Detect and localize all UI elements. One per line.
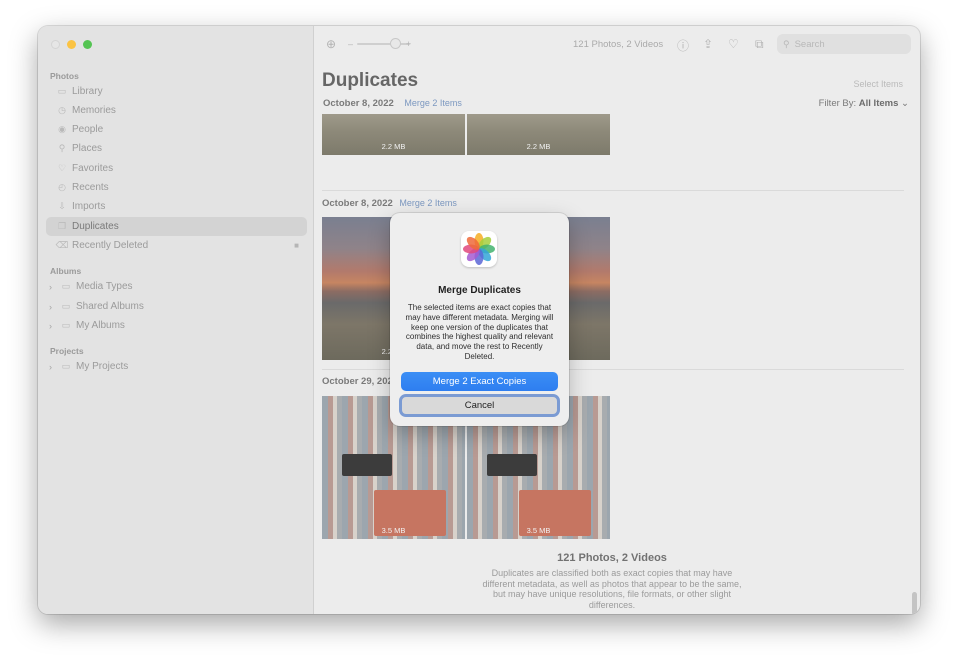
sidebar-item-label: Favorites xyxy=(72,163,114,174)
sidebar-item-label: Recents xyxy=(72,182,109,193)
zoom-in-icon[interactable]: + xyxy=(406,39,411,49)
cancel-button[interactable]: Cancel xyxy=(399,394,560,417)
sidebar-item-duplicates[interactable]: ❐ Duplicates xyxy=(46,217,307,236)
dialog-title: Merge Duplicates xyxy=(438,285,521,296)
sidebar-item-favorites[interactable]: ♡ Favorites xyxy=(46,159,307,178)
photo-thumbnail[interactable]: 2.2 MB xyxy=(467,114,610,155)
zoom-slider-knob[interactable] xyxy=(390,38,401,49)
clock-icon: ◴ xyxy=(58,182,66,192)
chevron-right-icon[interactable]: › xyxy=(49,362,52,372)
memories-icon: ◷ xyxy=(58,105,66,115)
sidebar-item-my-albums[interactable]: › ▭ My Albums xyxy=(46,316,307,335)
merge-exact-copies-button[interactable]: Merge 2 Exact Copies xyxy=(401,372,558,391)
sidebar-item-label: Places xyxy=(72,143,103,154)
sidebar-section-albums: Albums xyxy=(50,266,82,276)
sidebar-item-recents[interactable]: ◴ Recents xyxy=(46,178,307,197)
sidebar-item-label: Library xyxy=(72,86,103,97)
zoom-window-button[interactable] xyxy=(83,40,92,49)
filter-label: Filter By: xyxy=(818,98,857,109)
rotate-icon[interactable]: ⊕ xyxy=(326,37,336,51)
sidebar-item-imports[interactable]: ⇩ Imports xyxy=(46,197,307,216)
sidebar-item-shared-albums[interactable]: › ▭ Shared Albums xyxy=(46,297,307,316)
chevron-right-icon[interactable]: › xyxy=(49,302,52,312)
share-icon[interactable]: ⇪ xyxy=(703,37,713,51)
sidebar-item-places[interactable]: ⚲ Places xyxy=(46,139,307,158)
merge-duplicates-dialog: Merge Duplicates The selected items are … xyxy=(390,213,569,426)
search-placeholder: Search xyxy=(794,38,825,50)
filter-value: All Items xyxy=(858,98,899,109)
toolbar: ⊕ – + 121 Photos, 2 Videos ⓘ ⇪ ♡ ⧉ ⚲ Sea… xyxy=(314,26,920,62)
sidebar-section-photos: Photos xyxy=(50,71,79,81)
people-icon: ◉ xyxy=(58,124,66,134)
heart-icon[interactable]: ♡ xyxy=(728,37,739,51)
group-date: October 8, 2022 xyxy=(323,98,394,109)
add-to-album-icon[interactable]: ⧉ xyxy=(755,37,764,52)
page-title: Duplicates xyxy=(322,70,419,91)
merge-items-link[interactable]: Merge 2 Items xyxy=(399,198,457,208)
sidebar-item-label: Imports xyxy=(72,201,106,212)
group-header: October 8, 2022 Merge 2 Items xyxy=(322,198,457,209)
sidebar: Photos ▭ Library ◷ Memories ◉ People ⚲ P… xyxy=(38,26,314,614)
group-date: October 8, 2022 xyxy=(322,198,393,209)
sidebar-item-label: Shared Albums xyxy=(76,301,144,312)
filter-menu[interactable]: Filter By: All Items ⌄ xyxy=(819,98,909,109)
lock-icon: ■ xyxy=(294,241,299,250)
sidebar-item-label: Recently Deleted xyxy=(72,240,149,251)
window-controls xyxy=(51,40,92,49)
sidebar-item-media-types[interactable]: › ▭ Media Types xyxy=(46,277,307,296)
search-icon: ⚲ xyxy=(783,38,790,49)
zoom-out-icon[interactable]: – xyxy=(348,39,353,49)
imports-icon: ⇩ xyxy=(58,201,66,211)
photos-app-icon xyxy=(461,231,497,267)
file-size-label: 2.2 MB xyxy=(526,142,551,151)
dialog-message: The selected items are exact copies that… xyxy=(405,303,554,361)
sidebar-item-memories[interactable]: ◷ Memories xyxy=(46,101,307,120)
info-icon[interactable]: ⓘ xyxy=(677,37,689,54)
folder-icon: ▭ xyxy=(61,281,71,291)
search-field[interactable]: ⚲ Search xyxy=(777,34,911,54)
file-size-label: 2.2 MB xyxy=(381,142,406,151)
duplicates-icon: ❐ xyxy=(57,221,67,231)
divider xyxy=(322,190,904,191)
file-size-label: 3.5 MB xyxy=(381,526,406,535)
minimize-window-button[interactable] xyxy=(67,40,76,49)
trash-icon: ⌫ xyxy=(55,240,69,250)
toolbar-item-count: 121 Photos, 2 Videos xyxy=(573,39,664,50)
photo-thumbnail[interactable]: 2.2 MB xyxy=(322,114,465,155)
folder-icon: ▭ xyxy=(61,320,71,330)
chevron-right-icon[interactable]: › xyxy=(49,282,52,292)
library-summary-title: 121 Photos, 2 Videos xyxy=(557,552,667,564)
sidebar-item-label: People xyxy=(72,124,104,135)
sidebar-section-projects: Projects xyxy=(50,346,84,356)
library-icon: ▭ xyxy=(57,86,67,96)
zoom-slider[interactable] xyxy=(357,43,410,45)
sidebar-item-library[interactable]: ▭ Library xyxy=(46,82,307,101)
sidebar-item-label: My Projects xyxy=(76,361,129,372)
places-icon: ⚲ xyxy=(58,143,66,153)
sidebar-item-recently-deleted[interactable]: ⌫ Recently Deleted ■ xyxy=(46,236,307,255)
library-summary-text: Duplicates are classified both as exact … xyxy=(482,568,742,610)
folder-icon: ▭ xyxy=(61,301,71,311)
sidebar-item-label: Memories xyxy=(72,105,116,116)
group-date: October 29, 2022 xyxy=(322,376,399,387)
close-window-button[interactable] xyxy=(51,40,60,49)
group-header: October 8, 2022 Merge 2 Items xyxy=(323,98,462,109)
group-header: October 29, 2022 xyxy=(322,376,398,387)
sidebar-item-label: Duplicates xyxy=(72,221,119,232)
sidebar-item-label: My Albums xyxy=(76,320,125,331)
folder-icon: ▭ xyxy=(61,361,71,371)
file-size-label: 3.5 MB xyxy=(526,526,551,535)
sidebar-item-people[interactable]: ◉ People xyxy=(46,120,307,139)
select-items-button[interactable]: Select Items xyxy=(853,79,903,89)
sidebar-item-label: Media Types xyxy=(76,281,133,292)
heart-icon: ♡ xyxy=(57,163,67,173)
scrollbar[interactable] xyxy=(912,592,917,614)
merge-items-link[interactable]: Merge 2 Items xyxy=(404,98,462,108)
chevron-down-icon: ⌄ xyxy=(901,98,909,109)
sidebar-item-my-projects[interactable]: › ▭ My Projects xyxy=(46,357,307,376)
chevron-right-icon[interactable]: › xyxy=(49,321,52,331)
